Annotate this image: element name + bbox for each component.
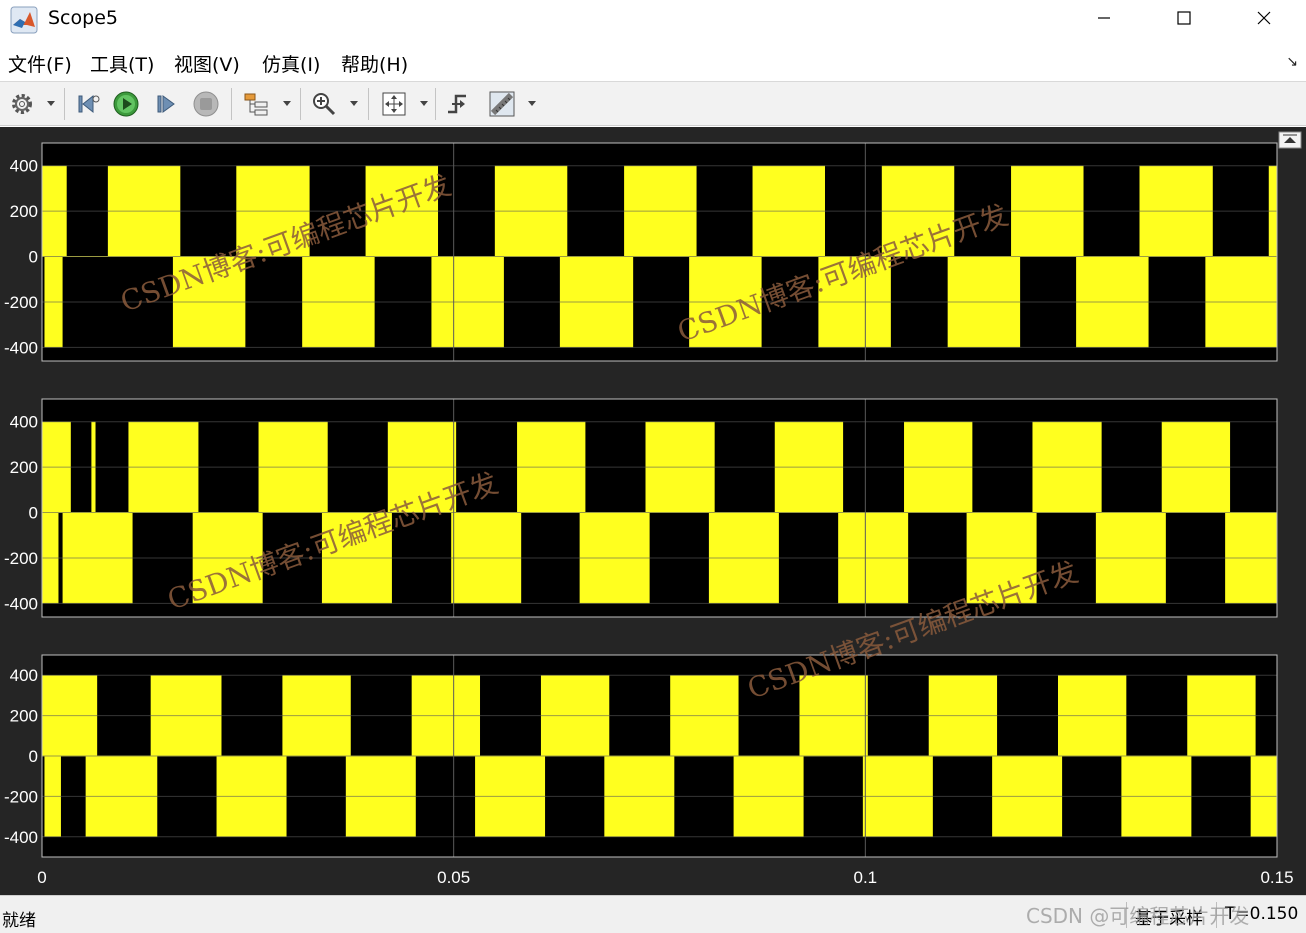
y-tick-label: -200 (4, 549, 38, 568)
measurement-dropdown-icon[interactable] (527, 100, 537, 108)
toolbar-separator (300, 88, 301, 120)
stop-button[interactable] (190, 88, 222, 120)
zoom-dropdown-icon[interactable] (349, 100, 359, 108)
signal-hierarchy-dropdown-icon[interactable] (282, 100, 292, 108)
toolbar-separator (368, 88, 369, 120)
close-button[interactable] (1224, 0, 1304, 36)
x-tick-label: 0.15 (1260, 868, 1293, 887)
trigger-button[interactable] (442, 88, 474, 120)
settings-button[interactable] (6, 88, 38, 120)
stop-icon (193, 91, 219, 117)
undock-pin-icon[interactable]: ↘ (1286, 54, 1298, 70)
csdn-watermark: CSDN @可编程芯片开发 (1026, 904, 1250, 928)
x-tick-label: 0.1 (854, 868, 878, 887)
toolbar-separator (435, 88, 436, 120)
y-tick-label: -200 (4, 787, 38, 806)
step-forward-icon (157, 95, 175, 113)
autoscale-button[interactable] (378, 88, 410, 120)
y-tick-label: -200 (4, 293, 38, 312)
x-tick-label: 0 (37, 868, 46, 887)
y-tick-label: 0 (29, 504, 38, 523)
y-tick-label: 400 (10, 157, 38, 176)
close-icon (1257, 11, 1271, 25)
y-tick-label: 0 (29, 747, 38, 766)
menu-help[interactable]: 帮助(H) (341, 50, 408, 77)
y-tick-label: 0 (29, 248, 38, 267)
measurement-ruler-icon (489, 91, 515, 117)
settings-icon (12, 94, 32, 114)
minimize-button[interactable] (1064, 0, 1144, 36)
y-tick-label: 200 (10, 458, 38, 477)
autoscale-icon (382, 92, 406, 116)
y-tick-label: -400 (4, 828, 38, 847)
restore-axes-icon[interactable] (1278, 131, 1302, 149)
y-tick-label: 400 (10, 666, 38, 685)
title-bar: Scope5 (0, 0, 1306, 40)
step-back-icon (78, 94, 100, 114)
scope-axes-3: 400 200 0 -200 -400 0 0.05 0.1 0.15 (4, 654, 1294, 887)
menu-bar: 文件(F) 工具(T) 视图(V) 仿真(I) 帮助(H) ↘ (0, 42, 1306, 82)
x-tick-label: 0.05 (437, 868, 470, 887)
window-title: Scope5 (48, 7, 118, 29)
y-tick-label: -400 (4, 594, 38, 613)
maximize-button[interactable] (1144, 0, 1224, 36)
run-button[interactable] (110, 88, 142, 120)
scope-plots: 400 200 0 -200 -400 400 200 0 -200 -400 400 200 0 -20… (4, 131, 1302, 887)
matlab-logo-icon (10, 6, 38, 34)
status-ready: 就绪 (2, 911, 36, 931)
toolbar (0, 82, 1306, 126)
trigger-icon (448, 94, 466, 114)
scope-axes-1: 400 200 0 -200 -400 (4, 142, 1278, 362)
y-tick-label: 200 (10, 707, 38, 726)
signal-hierarchy-icon (244, 93, 268, 116)
maximize-icon (1177, 11, 1191, 25)
step-forward-button[interactable] (150, 88, 182, 120)
autoscale-dropdown-icon[interactable] (419, 100, 429, 108)
y-tick-label: 400 (10, 413, 38, 432)
menu-tools[interactable]: 工具(T) (90, 50, 154, 77)
y-tick-label: 200 (10, 202, 38, 221)
toolbar-separator (64, 88, 65, 120)
zoom-in-icon (313, 93, 336, 116)
menu-simulation[interactable]: 仿真(I) (262, 50, 320, 77)
toolbar-separator (231, 88, 232, 120)
step-back-button[interactable] (72, 88, 104, 120)
signal-hierarchy-button[interactable] (240, 88, 272, 120)
measurement-button[interactable] (486, 88, 518, 120)
scope-display: 400 200 0 -200 -400 400 200 0 -200 -400 400 200 0 -20… (0, 127, 1306, 895)
menu-view[interactable]: 视图(V) (174, 50, 240, 77)
zoom-in-button[interactable] (308, 88, 340, 120)
run-icon (113, 91, 139, 117)
settings-dropdown-icon[interactable] (46, 100, 56, 108)
menu-file[interactable]: 文件(F) (8, 50, 72, 77)
y-tick-label: -400 (4, 338, 38, 357)
minimize-icon (1098, 17, 1110, 19)
